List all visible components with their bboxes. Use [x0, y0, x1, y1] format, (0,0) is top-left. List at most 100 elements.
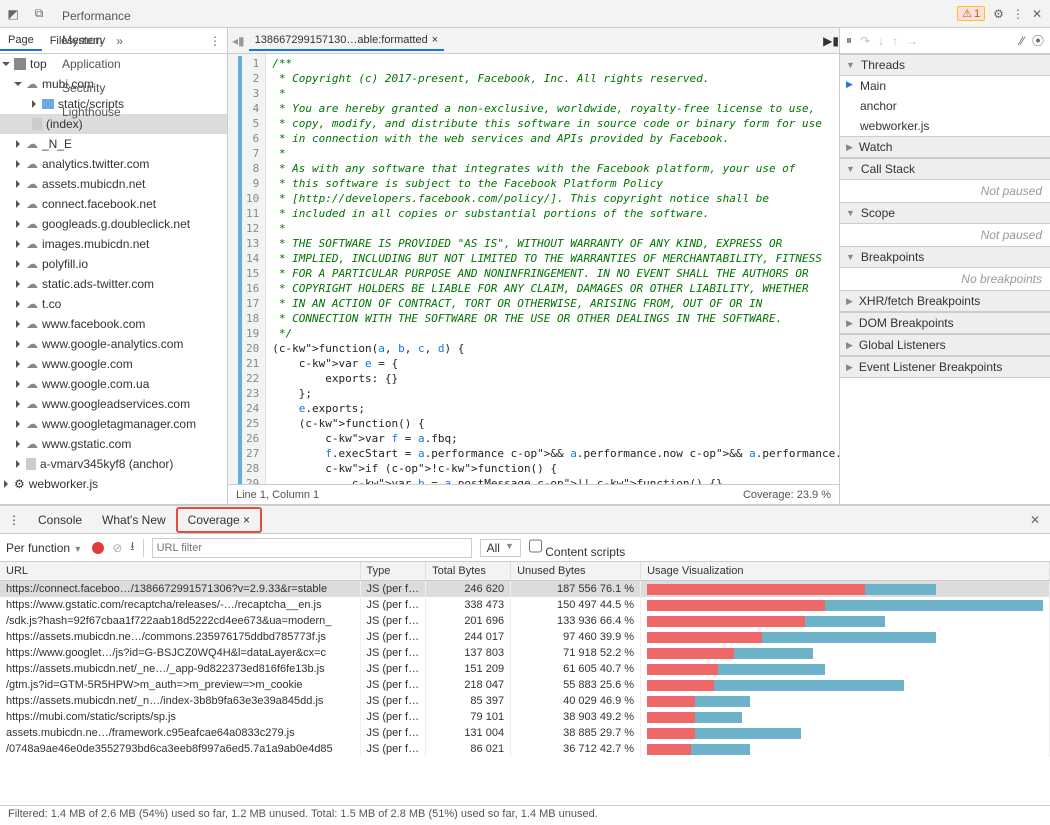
watch-section[interactable]: ▶Watch [840, 136, 1050, 158]
tree-node[interactable]: ☁www.gstatic.com [0, 434, 227, 454]
run-snippet-icon[interactable]: ▶▮ [823, 34, 839, 48]
step-into-icon[interactable]: ↓ [878, 34, 884, 48]
column-header[interactable]: Total Bytes [426, 562, 511, 581]
nav-back-icon[interactable]: ◂▮ [232, 34, 245, 48]
step-over-icon[interactable]: ↷ [860, 34, 870, 48]
tree-node[interactable]: ☁googleads.g.doubleclick.net [0, 214, 227, 234]
tree-node[interactable]: ☁static.ads-twitter.com [0, 274, 227, 294]
threads-section[interactable]: ▼Threads [840, 54, 1050, 76]
coverage-row[interactable]: https://mubi.com/static/scripts/sp.jsJS … [0, 709, 1050, 725]
coverage-row[interactable]: /sdk.js?hash=92f67cbaa1f722aab18d5222cd4… [0, 613, 1050, 629]
pause-icon[interactable]: ⏸ [846, 33, 852, 48]
page-tab[interactable]: Page [0, 31, 42, 51]
column-header[interactable]: URL [0, 562, 360, 581]
device-toggle-icon[interactable]: ⧉ [26, 6, 52, 21]
coverage-row[interactable]: /gtm.js?id=GTM-5R5HPW>m_auth=>m_preview=… [0, 677, 1050, 693]
coverage-row[interactable]: https://www.gstatic.com/recaptcha/releas… [0, 597, 1050, 613]
tree-node[interactable]: ☁www.facebook.com [0, 314, 227, 334]
coverage-row[interactable]: https://assets.mubicdn.ne…/commons.23597… [0, 629, 1050, 645]
more-icon[interactable]: ⋮ [1012, 7, 1024, 21]
thread-main[interactable]: Main [840, 76, 1050, 96]
step-icon[interactable]: → [906, 34, 918, 48]
column-header[interactable]: Type [360, 562, 426, 581]
thread-anchor[interactable]: anchor [840, 96, 1050, 116]
column-header[interactable]: Unused Bytes [511, 562, 641, 581]
coverage-row[interactable]: https://connect.faceboo…/138667299157130… [0, 581, 1050, 598]
drawer-console-tab[interactable]: Console [28, 509, 92, 531]
navigator-menu-icon[interactable]: ⋮ [203, 34, 227, 48]
drawer-close-icon[interactable]: ✕ [1020, 513, 1050, 527]
tree-node[interactable]: ☁www.googletagmanager.com [0, 414, 227, 434]
tree-node[interactable]: ☁images.mubicdn.net [0, 234, 227, 254]
coverage-row[interactable]: assets.mubicdn.ne…/framework.c95eafcae64… [0, 725, 1050, 741]
tree-node[interactable]: ☁polyfill.io [0, 254, 227, 274]
cloud-icon: ☁ [26, 317, 38, 331]
coverage-row[interactable]: /0748a9ae46e0de3552793bd6ca3eeb8f997a6ed… [0, 741, 1050, 757]
deactivate-bp-icon[interactable]: ⁄⁄ [1020, 34, 1024, 48]
cloud-icon: ☁ [26, 217, 38, 231]
tree-node[interactable]: ☁assets.mubicdn.net [0, 174, 227, 194]
dom-bp-section[interactable]: ▶DOM Breakpoints [840, 312, 1050, 334]
cloud-icon: ☁ [26, 257, 38, 271]
devtools-tab-security[interactable]: Security [52, 76, 141, 100]
close-icon[interactable]: ✕ [1032, 7, 1042, 21]
tree-node[interactable]: ☁www.google-analytics.com [0, 334, 227, 354]
drawer: ⋮ Console What's New Coverage × ✕ Per fu… [0, 505, 1050, 825]
inspect-icon[interactable]: ◩ [0, 7, 26, 21]
scope-section[interactable]: ▼Scope [840, 202, 1050, 224]
tree-node[interactable]: a-vmarv345kyf8 (anchor) [0, 454, 227, 474]
cursor-position: Line 1, Column 1 [236, 489, 319, 501]
type-filter-select[interactable]: All▼ [480, 539, 521, 557]
per-function-select[interactable]: Per function ▼ [6, 541, 84, 555]
coverage-row[interactable]: https://assets.mubicdn.net/_n…/index-3b8… [0, 693, 1050, 709]
coverage-table[interactable]: URLTypeTotal BytesUnused BytesUsage Visu… [0, 562, 1050, 757]
coverage-row[interactable]: https://www.googlet…/js?id=G-BSJCZ0WQ4H&… [0, 645, 1050, 661]
devtools-tab-lighthouse[interactable]: Lighthouse [52, 100, 141, 124]
scope-empty: Not paused [840, 224, 1050, 246]
global-listeners-section[interactable]: ▶Global Listeners [840, 334, 1050, 356]
warnings-badge[interactable]: ⚠ 1 [957, 6, 985, 21]
callstack-section[interactable]: ▼Call Stack [840, 158, 1050, 180]
editor-statusbar: Line 1, Column 1 Coverage: 23.9 % [228, 484, 839, 504]
xhr-section[interactable]: ▶XHR/fetch Breakpoints [840, 290, 1050, 312]
drawer-coverage-tab[interactable]: Coverage × [176, 507, 262, 533]
export-icon[interactable]: ⭳ [130, 537, 134, 558]
tree-node[interactable]: ☁_N_E [0, 134, 227, 154]
cloud-icon: ☁ [26, 177, 38, 191]
event-bp-section[interactable]: ▶Event Listener Breakpoints [840, 356, 1050, 378]
url-filter-input[interactable] [152, 538, 472, 558]
tree-node[interactable]: ⚙webworker.js [0, 474, 227, 494]
tree-node[interactable]: ☁analytics.twitter.com [0, 154, 227, 174]
tree-node[interactable]: ☁connect.facebook.net [0, 194, 227, 214]
thread-webworker[interactable]: webworker.js [840, 116, 1050, 136]
tree-node[interactable]: ☁www.googleadservices.com [0, 394, 227, 414]
cloud-icon: ☁ [26, 297, 38, 311]
code-editor[interactable]: 1234567891011121314151617181920212223242… [228, 54, 839, 484]
cloud-icon: ☁ [26, 417, 38, 431]
tree-node[interactable]: ☁www.google.com.ua [0, 374, 227, 394]
content-scripts-checkbox[interactable]: Content scripts [529, 536, 625, 559]
tree-node[interactable]: ☁www.google.com [0, 354, 227, 374]
devtools-tab-memory[interactable]: Memory [52, 28, 141, 52]
record-button[interactable] [92, 542, 104, 554]
open-file-tab[interactable]: 138667299157130…able:formatted × [249, 31, 445, 51]
cloud-icon: ☁ [26, 277, 38, 291]
clear-icon[interactable]: ⊘ [112, 541, 122, 555]
cloud-icon: ☁ [26, 377, 38, 391]
file-icon [32, 118, 42, 130]
step-out-icon[interactable]: ↑ [892, 34, 898, 48]
tree-node[interactable]: ☁t.co [0, 294, 227, 314]
coverage-row[interactable]: https://assets.mubicdn.net/_ne…/_app-9d8… [0, 661, 1050, 677]
devtools-tab-performance[interactable]: Performance [52, 4, 141, 28]
pause-exceptions-icon[interactable]: ⦿ [1032, 32, 1044, 49]
settings-icon[interactable]: ⚙ [993, 7, 1004, 21]
cloud-icon: ☁ [26, 237, 38, 251]
drawer-whatsnew-tab[interactable]: What's New [92, 509, 176, 531]
cloud-icon: ☁ [26, 437, 38, 451]
column-header[interactable]: Usage Visualization [641, 562, 1050, 581]
close-tab-icon[interactable]: × [432, 34, 438, 46]
cloud-icon: ☁ [26, 137, 38, 151]
breakpoints-section[interactable]: ▼Breakpoints [840, 246, 1050, 268]
devtools-tab-application[interactable]: Application [52, 52, 141, 76]
drawer-menu-icon[interactable]: ⋮ [0, 513, 28, 527]
